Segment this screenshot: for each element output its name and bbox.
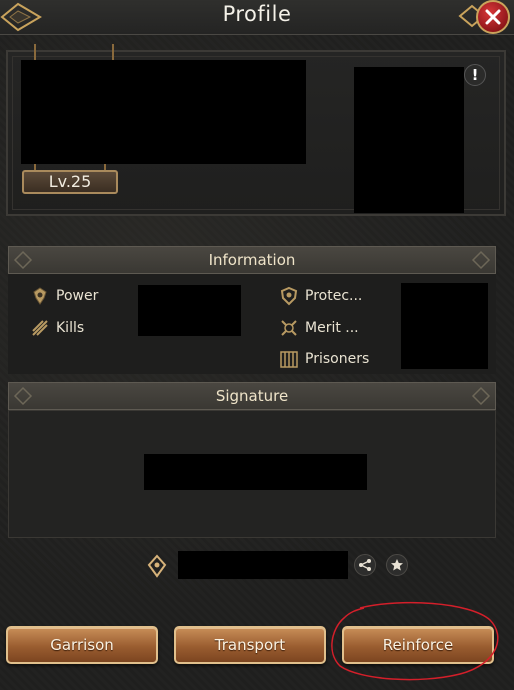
page-title: Profile xyxy=(222,2,292,26)
power-kills-values-redacted xyxy=(138,285,241,336)
location-pin-icon[interactable] xyxy=(146,554,168,578)
information-header: Information xyxy=(8,246,496,274)
signature-header: Signature xyxy=(8,382,496,410)
transport-button[interactable]: Transport xyxy=(174,626,326,664)
ornament-icon xyxy=(13,386,33,406)
garrison-button[interactable]: Garrison xyxy=(6,626,158,664)
annotation-circle xyxy=(331,601,499,681)
information-title: Information xyxy=(208,251,296,269)
prisoners-icon xyxy=(280,351,298,368)
share-button[interactable] xyxy=(354,554,376,576)
signature-text-redacted xyxy=(144,454,367,490)
ornament-icon xyxy=(13,250,33,270)
merit-icon xyxy=(281,320,297,336)
level-badge: Lv.25 xyxy=(22,170,118,194)
close-icon xyxy=(485,9,501,25)
portrait-redacted xyxy=(354,67,464,213)
ornament-icon xyxy=(471,386,491,406)
close-button[interactable] xyxy=(476,0,510,34)
power-icon xyxy=(33,287,47,305)
header-bar: Profile xyxy=(0,0,514,35)
protection-merit-values-redacted xyxy=(401,283,488,369)
coordinates-redacted xyxy=(178,551,348,579)
avatar-banner-redacted xyxy=(21,60,306,164)
star-icon xyxy=(391,559,403,571)
alert-icon[interactable]: ! xyxy=(464,64,486,86)
favorite-button[interactable] xyxy=(386,554,408,576)
protection-shield-icon xyxy=(280,286,298,306)
signature-title: Signature xyxy=(215,387,289,405)
share-icon xyxy=(359,559,371,571)
ornament-icon xyxy=(471,250,491,270)
kills-icon xyxy=(32,320,48,336)
